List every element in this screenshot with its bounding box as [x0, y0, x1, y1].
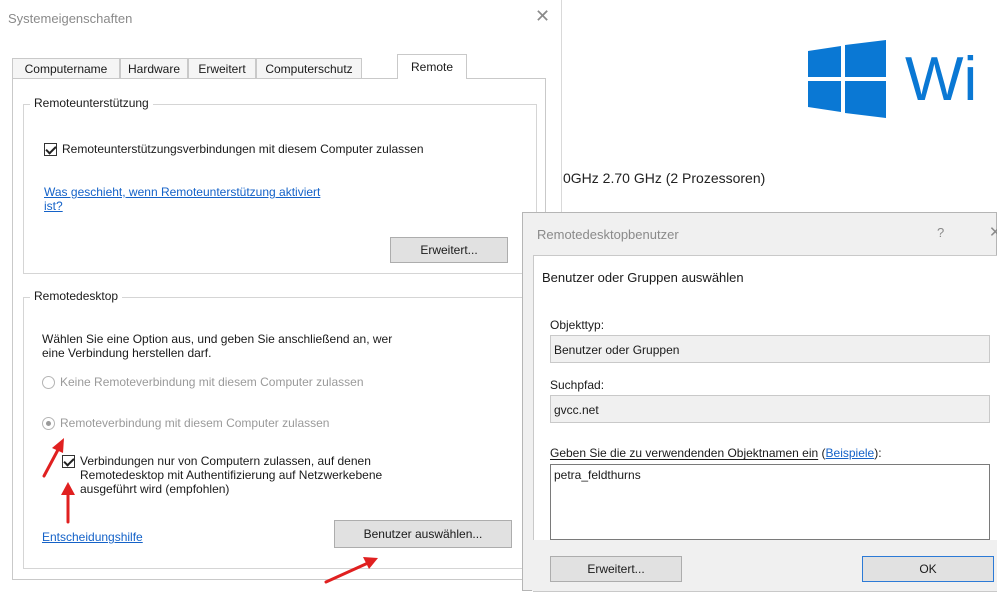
tab-computerschutz[interactable]: Computerschutz — [256, 58, 362, 78]
nla-line-2: Remotedesktop mit Authentifizierung auf … — [80, 468, 383, 482]
object-names-label: Geben Sie die zu verwendenden Objektname… — [550, 446, 819, 460]
object-type-label: Objekttyp: — [550, 318, 605, 332]
tab-erweitert[interactable]: Erweitert — [188, 58, 256, 78]
radio-label: Remoteverbindung mit diesem Computer zul… — [60, 416, 330, 430]
description-line-2: eine Verbindung herstellen darf. — [42, 346, 212, 360]
tab-hardware[interactable]: Hardware — [120, 58, 188, 78]
description-line-1: Wählen Sie eine Option aus, und geben Si… — [42, 332, 393, 346]
dialog-title: Systemeigenschaften — [8, 11, 133, 26]
option-allow-remote-radio[interactable] — [42, 416, 55, 430]
remote-assistance-help-link[interactable]: Was geschieht, wenn Remoteunterstützung … — [44, 185, 320, 213]
remote-assistance-checkbox-row[interactable]: Remoteunterstützungsverbindungen mit die… — [44, 142, 424, 156]
nla-checkbox[interactable] — [62, 455, 75, 468]
windows-logo-icon — [808, 40, 886, 118]
select-users-heading: Benutzer oder Gruppen auswählen — [542, 270, 744, 285]
help-icon[interactable]: ? — [937, 225, 944, 240]
object-names-label-row: Geben Sie die zu verwendenden Objektname… — [550, 446, 882, 460]
remote-tab-panel: Remoteunterstützung Remoteunterstützungs… — [12, 78, 546, 580]
examples-link[interactable]: Beispiele — [826, 446, 875, 460]
advanced-button[interactable]: Erweitert... — [390, 237, 508, 263]
system-properties-dialog: Systemeigenschaften ✕ Computername Hardw… — [0, 0, 562, 591]
group-title: Remoteunterstützung — [30, 96, 153, 110]
dialog-title: Remotedesktopbenutzer — [537, 227, 679, 242]
search-path-label: Suchpfad: — [550, 378, 605, 392]
option-allow-remote-row[interactable]: Remoteverbindung mit diesem Computer zul… — [42, 416, 329, 430]
group-title: Remotedesktop — [30, 289, 123, 303]
windows-brand-text: Wi — [905, 45, 978, 114]
ok-button[interactable]: OK — [862, 556, 994, 582]
processor-info: 0GHz 2.70 GHz (2 Prozessoren) — [563, 170, 766, 186]
remote-desktop-description: Wählen Sie eine Option aus, und geben Si… — [42, 332, 392, 360]
remote-assistance-checkbox[interactable] — [44, 143, 57, 156]
radio-label: Keine Remoteverbindung mit diesem Comput… — [60, 375, 364, 389]
examples-link-close: ): — [874, 446, 882, 460]
nla-line-1: Verbindungen nur von Computern zulassen,… — [80, 454, 371, 468]
decision-help-link[interactable]: Entscheidungshilfe — [42, 530, 143, 544]
object-names-input[interactable]: petra_feldthurns — [550, 464, 990, 540]
option-no-remote-radio[interactable] — [42, 375, 55, 389]
close-icon[interactable]: ✕ — [535, 6, 550, 27]
object-type-field: Benutzer oder Gruppen — [550, 335, 990, 363]
link-line-2[interactable]: ist? — [44, 199, 63, 213]
rd-advanced-button[interactable]: Erweitert... — [550, 556, 682, 582]
nla-checkbox-row[interactable]: Verbindungen nur von Computern zulassen,… — [62, 454, 382, 496]
remote-desktop-group: Remotedesktop Wählen Sie eine Option aus… — [23, 289, 537, 569]
tab-remote[interactable]: Remote — [397, 54, 467, 79]
checkbox-label: Remoteunterstützungsverbindungen mit die… — [62, 142, 424, 156]
link-line-1[interactable]: Was geschieht, wenn Remoteunterstützung … — [44, 185, 320, 199]
tab-computername[interactable]: Computername — [12, 58, 120, 78]
select-users-button[interactable]: Benutzer auswählen... — [334, 520, 512, 548]
search-path-field: gvcc.net — [550, 395, 990, 423]
nla-line-3: ausgeführt wird (empfohlen) — [80, 482, 230, 496]
nla-label: Verbindungen nur von Computern zulassen,… — [80, 454, 382, 496]
remote-assistance-group: Remoteunterstützung Remoteunterstützungs… — [23, 96, 537, 274]
close-icon[interactable]: ✕ — [989, 223, 997, 241]
option-no-remote-row[interactable]: Keine Remoteverbindung mit diesem Comput… — [42, 375, 364, 389]
